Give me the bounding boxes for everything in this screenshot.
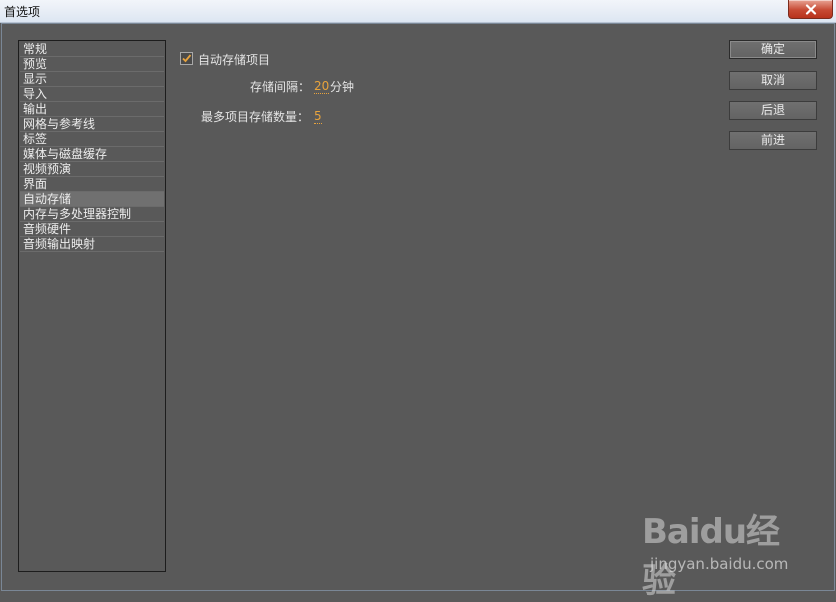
autosave-checkbox[interactable] (180, 52, 193, 65)
sidebar-item[interactable]: 界面 (20, 177, 164, 192)
ok-button[interactable]: 确定 (729, 40, 817, 59)
autosave-label: 自动存储项目 (198, 53, 271, 67)
sidebar-item[interactable]: 内存与多处理器控制 (20, 207, 164, 222)
watermark-url: jingyan.baidu.com (650, 555, 789, 573)
category-list[interactable]: 常规 预览 显示 导入 输出 网格与参考线 标签 媒体与磁盘缓存 视频预演 界面 自动存储 内存与多处… (18, 40, 166, 572)
max-versions-value[interactable]: 5 (314, 110, 322, 124)
watermark-logo: Baidu经验 (642, 512, 780, 601)
interval-unit: 分钟 (330, 80, 355, 94)
sidebar-item[interactable]: 输出 (20, 102, 164, 117)
sidebar-item[interactable]: 显示 (20, 72, 164, 87)
window-title: 首选项 (4, 5, 41, 19)
sidebar-item[interactable]: 音频输出映射 (20, 237, 164, 252)
title-bar: 首选项 (0, 0, 836, 23)
close-button[interactable] (788, 0, 833, 19)
cancel-button[interactable]: 取消 (729, 71, 817, 90)
sidebar-item[interactable]: 网格与参考线 (20, 117, 164, 132)
baidu-watermark: Baidu经验 jingyan.baidu.com (640, 500, 810, 601)
back-button[interactable]: 后退 (729, 101, 817, 120)
sidebar-item[interactable]: 常规 (20, 42, 164, 57)
checkmark-icon (182, 54, 192, 63)
interval-label: 存储间隔： (250, 80, 311, 94)
forward-button[interactable]: 前进 (729, 131, 817, 150)
interval-value[interactable]: 20 (314, 80, 330, 94)
sidebar-item[interactable]: 标签 (20, 132, 164, 147)
sidebar-item[interactable]: 自动存储 (20, 192, 164, 207)
close-icon (805, 3, 816, 15)
sidebar-item[interactable]: 音频硬件 (20, 222, 164, 237)
max-versions-label: 最多项目存储数量： (201, 110, 310, 124)
sidebar-item[interactable]: 预览 (20, 57, 164, 72)
sidebar-item[interactable]: 媒体与磁盘缓存 (20, 147, 164, 162)
sidebar-item[interactable]: 导入 (20, 87, 164, 102)
sidebar-item[interactable]: 视频预演 (20, 162, 164, 177)
